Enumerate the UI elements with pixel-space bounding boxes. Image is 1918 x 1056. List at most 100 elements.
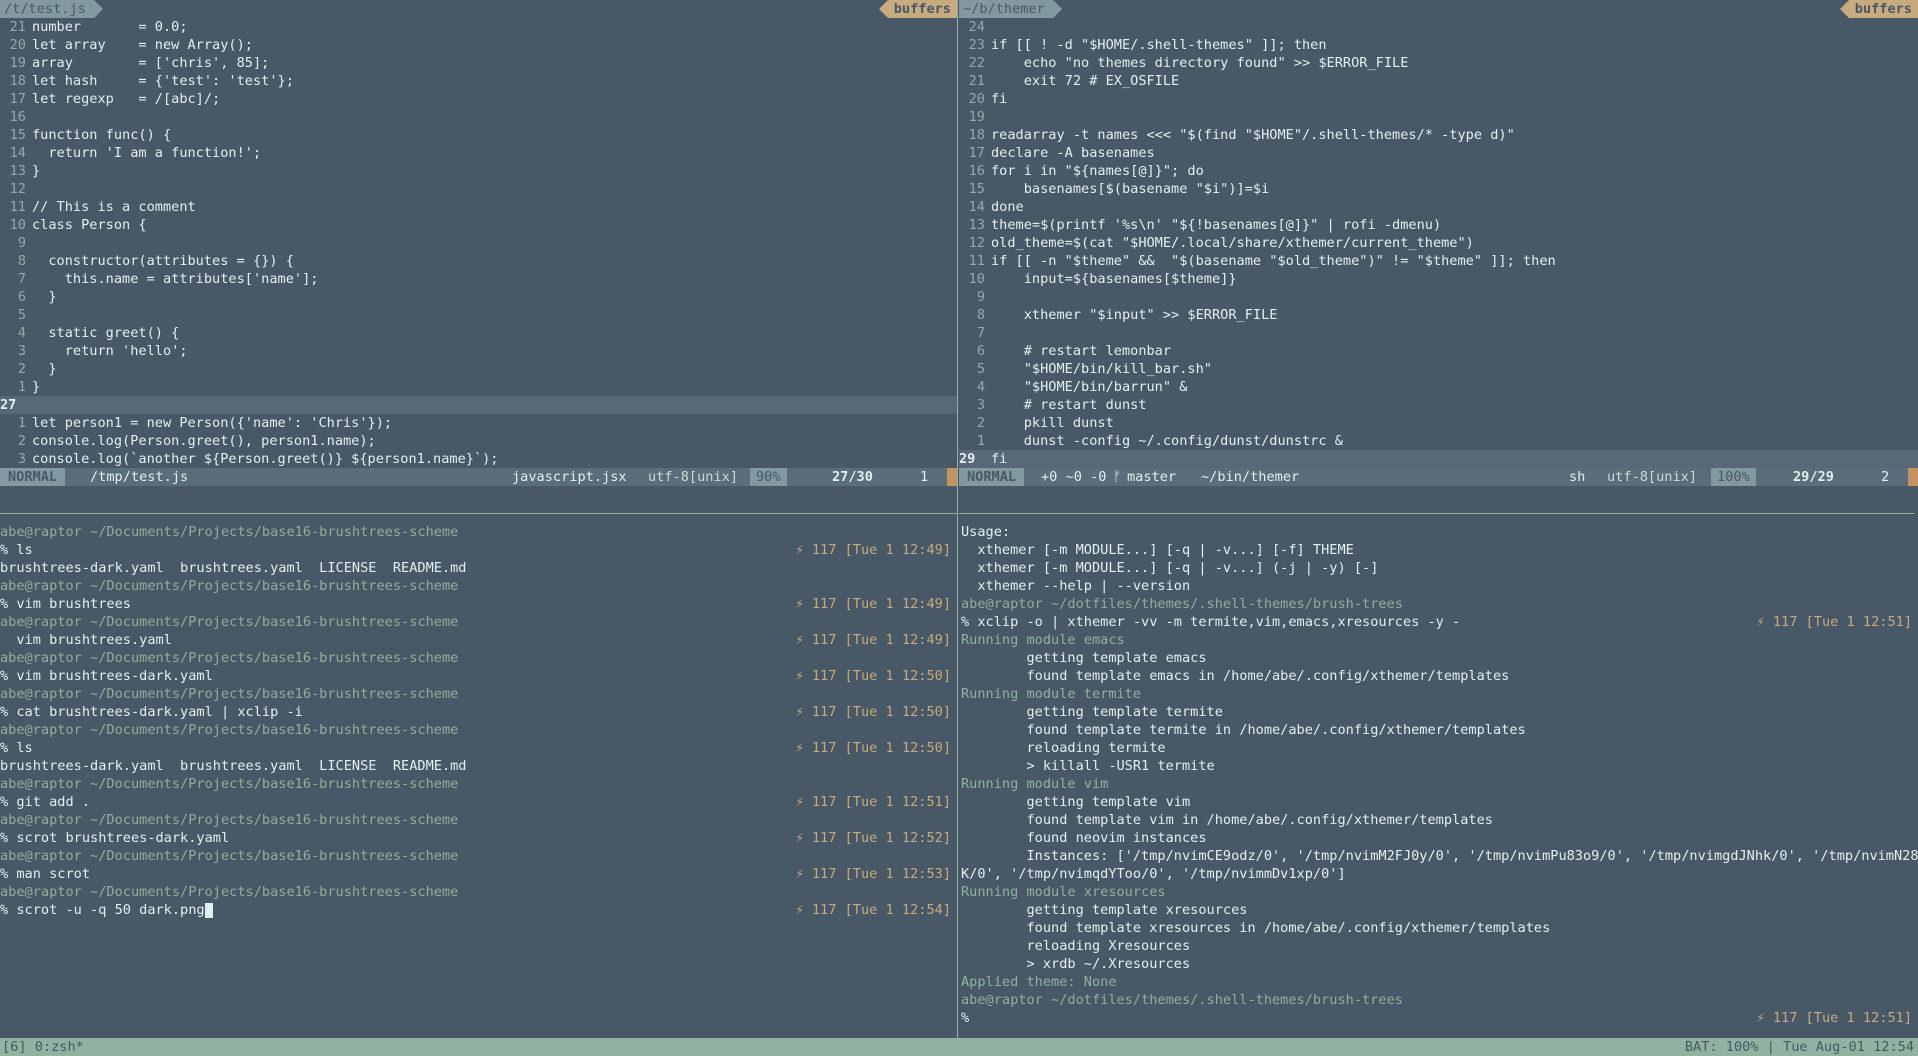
left-vim-mode: NORMAL xyxy=(0,468,66,486)
left-vim-editor[interactable]: 21 number = 0.0; 20 let array = new Array()… xyxy=(0,18,957,468)
right-vim-line-number: 16 xyxy=(968,163,985,179)
right-vim-line-number: 17 xyxy=(968,145,985,161)
left-vim-line[interactable]: 17 let regexp = /[abc]/; xyxy=(0,90,957,108)
left-vim-line[interactable]: 19 array = ['chris', 85]; xyxy=(0,54,957,72)
right-vim-line[interactable]: 14 done xyxy=(959,198,1918,216)
left-vim-line[interactable]: 9 xyxy=(0,234,957,252)
left-vim-line[interactable]: 2 console.log(Person.greet(), person1.nam… xyxy=(0,432,957,450)
right-vim-encoding: utf-8[unix] xyxy=(1607,469,1698,485)
right-vim-tab[interactable]: ~/b/themer xyxy=(959,0,1062,18)
left-term-line-text: brushtrees-dark.yaml brushtrees.yaml LIC… xyxy=(0,758,467,774)
left-term-line-text: % vim brushtrees-dark.yaml xyxy=(0,668,213,684)
left-vim-line[interactable]: 3 console.log(`another ${Person.greet()} … xyxy=(0,450,957,468)
left-vim-line[interactable]: 4 static greet() { xyxy=(0,324,957,342)
left-vim-line-number: 3 xyxy=(17,343,26,359)
right-vim-pane[interactable]: ~/b/themer buffers 24 23 if [[ ! -d "$HOME… xyxy=(959,0,1918,490)
left-vim-line-number: 20 xyxy=(9,37,26,53)
right-vim-line-text: pkill dunst xyxy=(991,415,1114,431)
right-term-line-text: % xclip -o | xthemer -vv -m termite,vim,… xyxy=(961,614,1461,630)
left-vim-line-text: console.log(Person.greet(), person1.name… xyxy=(32,433,376,449)
left-vim-pane[interactable]: /t/test.js buffers 21 number = 0.0; 20 let … xyxy=(0,0,957,490)
right-term-timestamp: ⚡ 117 [Tue 1 12:51] xyxy=(1756,1010,1913,1026)
left-vim-line[interactable]: 18 let hash = {'test': 'test'}; xyxy=(0,72,957,90)
right-vim-line[interactable]: 5 "$HOME/bin/kill_bar.sh" xyxy=(959,360,1918,378)
right-vim-line[interactable]: 10 input=${basenames[$theme]} xyxy=(959,270,1918,288)
left-terminal-pane[interactable]: abe@raptor ~/Documents/Projects/base16-b… xyxy=(0,523,957,1033)
right-vim-line[interactable]: 13 theme=$(printf '%s\n' "${!basenames[@]… xyxy=(959,216,1918,234)
left-vim-line[interactable]: 20 let array = new Array(); xyxy=(0,36,957,54)
right-vim-editor[interactable]: 24 23 if [[ ! -d "$HOME/.shell-themes" ]];… xyxy=(959,18,1918,468)
left-vim-line-number: 27 xyxy=(0,397,17,413)
right-horizontal-divider[interactable] xyxy=(959,513,1914,514)
tmux-session[interactable]: [6] 0:zsh* xyxy=(2,1038,84,1056)
left-vim-line[interactable]: 11 // This is a comment xyxy=(0,198,957,216)
left-vim-line[interactable]: 12 xyxy=(0,180,957,198)
left-vim-line[interactable]: 1 let person1 = new Person({'name': 'Chri… xyxy=(0,414,957,432)
right-vim-line-number: 24 xyxy=(968,19,985,35)
right-vim-line-number: 29 xyxy=(959,451,976,467)
right-term-line: > killall -USR1 termite xyxy=(961,757,1918,775)
right-terminal-pane[interactable]: Usage: xthemer [-m MODULE...] [-q | -v..… xyxy=(961,523,1918,1033)
right-vim-line-text: exit 72 # EX_OSFILE xyxy=(991,73,1180,89)
right-vim-line[interactable]: 17 declare -A basenames xyxy=(959,144,1918,162)
left-vim-line-text: } xyxy=(32,379,41,395)
right-vim-line[interactable]: 3 # restart dunst xyxy=(959,396,1918,414)
left-term-line-text: abe@raptor ~/Documents/Projects/base16-b… xyxy=(0,812,459,828)
right-term-line: getting template vim xyxy=(961,793,1918,811)
right-term-line: reloading termite xyxy=(961,739,1918,757)
right-vim-line-number: 8 xyxy=(976,307,985,323)
right-term-line: reloading Xresources xyxy=(961,937,1918,955)
left-vim-line[interactable]: 1} xyxy=(0,378,957,396)
right-term-line-text: found template xresources in /home/abe/.… xyxy=(961,920,1551,936)
right-vim-line[interactable]: 15 basenames[$(basename "$i")]=$i xyxy=(959,180,1918,198)
left-vim-line[interactable]: 7 this.name = attributes['name']; xyxy=(0,270,957,288)
right-vim-line[interactable]: 21 exit 72 # EX_OSFILE xyxy=(959,72,1918,90)
right-vim-line[interactable]: 24 xyxy=(959,18,1918,36)
right-vim-line[interactable]: 29 fi xyxy=(959,450,1918,468)
left-term-line: abe@raptor ~/Documents/Projects/base16-b… xyxy=(0,523,957,541)
right-vim-line[interactable]: 8 xthemer "$input" >> $ERROR_FILE xyxy=(959,306,1918,324)
right-vim-line[interactable]: 7 xyxy=(959,324,1918,342)
right-vim-line[interactable]: 6 # restart lemonbar xyxy=(959,342,1918,360)
left-term-line: % cat brushtrees-dark.yaml | xclip -i ⚡ 1… xyxy=(0,703,957,721)
terminal-cursor xyxy=(204,902,213,918)
right-vim-line[interactable]: 4 "$HOME/bin/barrun" & xyxy=(959,378,1918,396)
right-vim-line[interactable]: 2 pkill dunst xyxy=(959,414,1918,432)
left-buffers-label[interactable]: buffers xyxy=(878,0,957,18)
right-vim-line[interactable]: 22 echo "no themes directory found" >> $… xyxy=(959,54,1918,72)
right-vim-statusline: NORMAL +0 ~0 -0 ᚠ master ~/bin/themer sh… xyxy=(959,468,1918,486)
right-buffers-label[interactable]: buffers xyxy=(1839,0,1918,18)
left-vim-line[interactable]: 14 return 'I am a function!'; xyxy=(0,144,957,162)
left-vim-line-number: 1 xyxy=(17,379,26,395)
left-vim-line[interactable]: 6 } xyxy=(0,288,957,306)
left-vim-line[interactable]: 21 number = 0.0; xyxy=(0,18,957,36)
right-vim-line[interactable]: 18 readarray -t names <<< "$(find "$HOME"… xyxy=(959,126,1918,144)
right-vim-line[interactable]: 23 if [[ ! -d "$HOME/.shell-themes" ]]; t… xyxy=(959,36,1918,54)
left-vim-line[interactable]: 2 } xyxy=(0,360,957,378)
left-vim-line[interactable]: 27 xyxy=(0,396,957,414)
left-vim-tab[interactable]: /t/test.js xyxy=(0,0,103,18)
right-vim-line[interactable]: 9 xyxy=(959,288,1918,306)
left-term-line: abe@raptor ~/Documents/Projects/base16-b… xyxy=(0,721,957,739)
left-vim-line[interactable]: 16 xyxy=(0,108,957,126)
left-vim-line[interactable]: 5 xyxy=(0,306,957,324)
right-term-line-text: reloading termite xyxy=(961,740,1166,756)
left-vim-line[interactable]: 8 constructor(attributes = {}) { xyxy=(0,252,957,270)
left-vim-line[interactable]: 13} xyxy=(0,162,957,180)
right-vim-line[interactable]: 19 xyxy=(959,108,1918,126)
right-term-line: Running module termite xyxy=(961,685,1918,703)
vertical-pane-divider[interactable] xyxy=(957,0,958,1038)
left-vim-line[interactable]: 15 function func() { xyxy=(0,126,957,144)
right-vim-line[interactable]: 12 old_theme=$(cat "$HOME/.local/share/xt… xyxy=(959,234,1918,252)
right-term-line-text: abe@raptor ~/dotfiles/themes/.shell-them… xyxy=(961,596,1403,612)
right-vim-line[interactable]: 16 for i in "${names[@]}"; do xyxy=(959,162,1918,180)
right-vim-mode: NORMAL xyxy=(959,468,1025,486)
right-vim-line[interactable]: 11 if [[ -n "$theme" && "$(basename "$old… xyxy=(959,252,1918,270)
right-vim-line[interactable]: 20 fi xyxy=(959,90,1918,108)
left-term-line-text: abe@raptor ~/Documents/Projects/base16-b… xyxy=(0,650,459,666)
left-vim-line[interactable]: 3 return 'hello'; xyxy=(0,342,957,360)
right-vim-line[interactable]: 1 dunst -config ~/.config/dunst/dunstrc … xyxy=(959,432,1918,450)
left-horizontal-divider[interactable] xyxy=(0,513,957,514)
left-vim-line[interactable]: 10 class Person { xyxy=(0,216,957,234)
left-vim-line-text: return 'hello'; xyxy=(32,343,188,359)
